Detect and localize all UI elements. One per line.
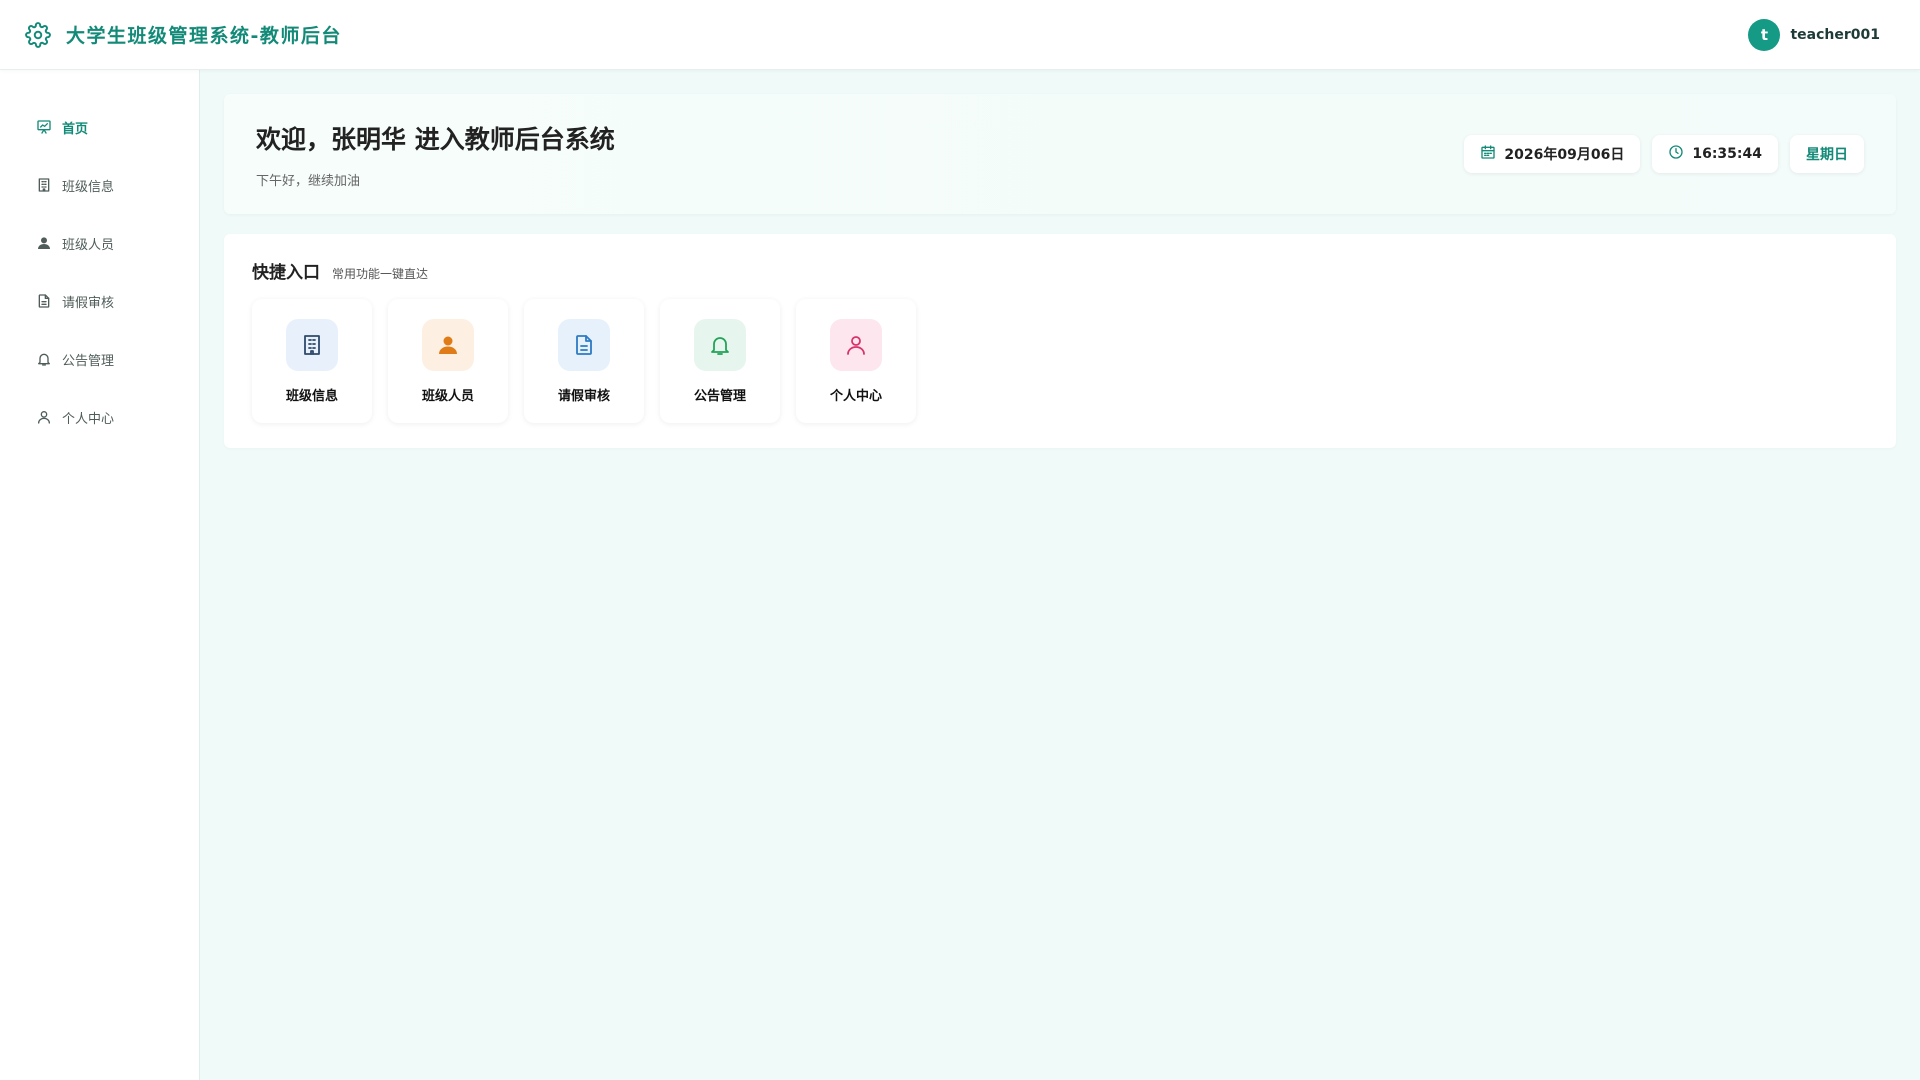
main-content: 欢迎，张明华 进入教师后台系统 下午好，继续加油 2026年09月06日 16:… [224, 94, 1896, 448]
quick-card-label: 班级信息 [285, 389, 338, 404]
welcome-banner: 欢迎，张明华 进入教师后台系统 下午好，继续加油 2026年09月06日 16:… [224, 94, 1896, 214]
document-icon [36, 293, 52, 309]
building-icon [36, 177, 52, 193]
brand[interactable]: 大学生班级管理系统-教师后台 [24, 21, 342, 49]
quick-card-label: 请假审核 [557, 389, 610, 404]
quick-card-label: 个人中心 [829, 389, 882, 404]
building-icon [286, 319, 338, 371]
quick-access-panel: 快捷入口 常用功能一键直达 班级信息 班级人员 请假审核 公告管理 个人中心 [224, 234, 1896, 448]
sidebar-item-label: 公告管理 [62, 353, 115, 369]
user-outline-icon [36, 409, 52, 425]
quick-card-leave-review[interactable]: 请假审核 [524, 299, 644, 423]
sidebar-item-label: 班级信息 [62, 179, 115, 195]
quick-card-class-info[interactable]: 班级信息 [252, 299, 372, 423]
bell-icon [36, 351, 52, 367]
user-icon [36, 235, 52, 251]
date-time-pills: 2026年09月06日 16:35:44 星期日 [1464, 135, 1864, 173]
quick-card-profile[interactable]: 个人中心 [796, 299, 916, 423]
sidebar-item-class-members[interactable]: 班级人员 [0, 214, 199, 272]
document-icon [558, 319, 610, 371]
user-icon [422, 319, 474, 371]
sidebar-item-profile[interactable]: 个人中心 [0, 388, 199, 446]
time-pill: 16:35:44 [1652, 135, 1778, 173]
avatar[interactable]: t [1748, 18, 1781, 51]
quick-card-label: 公告管理 [693, 389, 746, 404]
welcome-title: 欢迎，张明华 进入教师后台系统 [256, 124, 615, 154]
welcome-subtitle: 下午好，继续加油 [256, 173, 361, 189]
sidebar-item-home[interactable]: 首页 [0, 98, 199, 156]
clock-icon [1668, 144, 1684, 164]
app-title: 大学生班级管理系统-教师后台 [66, 25, 342, 47]
username[interactable]: teacher001 [1790, 27, 1880, 43]
quick-access-subtitle: 常用功能一键直达 [332, 267, 429, 281]
sidebar-item-label: 班级人员 [62, 237, 115, 253]
sidebar-item-label: 请假审核 [62, 295, 115, 311]
quick-access-cards: 班级信息 班级人员 请假审核 公告管理 个人中心 [252, 299, 1868, 423]
sidebar-item-class-info[interactable]: 班级信息 [0, 156, 199, 214]
quick-access-title: 快捷入口 [252, 263, 320, 283]
quick-access-header: 快捷入口 常用功能一键直达 [252, 258, 1868, 283]
sidebar-item-announcements[interactable]: 公告管理 [0, 330, 199, 388]
time-text: 16:35:44 [1692, 146, 1762, 162]
quick-card-class-members[interactable]: 班级人员 [388, 299, 508, 423]
welcome-text: 欢迎，张明华 进入教师后台系统 下午好，继续加油 [256, 120, 615, 189]
user-outline-icon [830, 319, 882, 371]
quick-card-label: 班级人员 [421, 389, 474, 404]
bell-icon [694, 319, 746, 371]
top-header: 大学生班级管理系统-教师后台 t teacher001 [0, 0, 1920, 70]
presentation-chart-icon [36, 119, 52, 135]
date-text: 2026年09月06日 [1504, 147, 1625, 163]
gear-icon [24, 21, 52, 49]
weekday-text: 星期日 [1806, 147, 1848, 163]
calendar-icon [1480, 144, 1496, 164]
sidebar: 首页 班级信息 班级人员 请假审核 公告管理 个人中心 [0, 70, 200, 1080]
sidebar-item-label: 首页 [62, 121, 89, 137]
quick-card-announcements[interactable]: 公告管理 [660, 299, 780, 423]
sidebar-item-label: 个人中心 [62, 411, 115, 427]
date-pill: 2026年09月06日 [1464, 135, 1641, 173]
user-menu[interactable]: t teacher001 [1748, 18, 1880, 51]
weekday-pill: 星期日 [1790, 135, 1864, 173]
sidebar-item-leave-review[interactable]: 请假审核 [0, 272, 199, 330]
